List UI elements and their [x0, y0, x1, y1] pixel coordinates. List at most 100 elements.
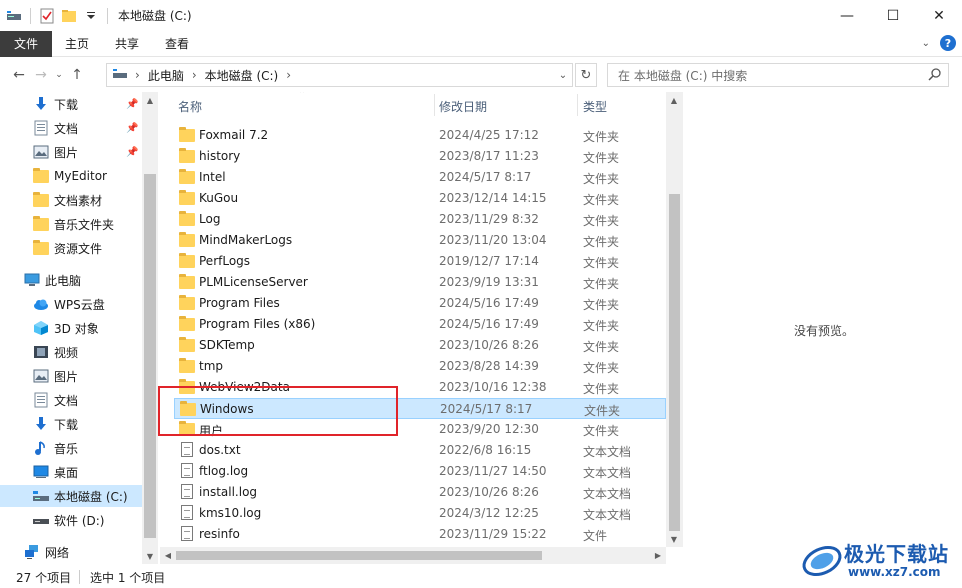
- refresh-icon[interactable]: ↻: [575, 63, 597, 87]
- address-bar[interactable]: › 此电脑 › 本地磁盘 (C:) ›: [106, 63, 573, 87]
- back-icon[interactable]: ←: [8, 67, 30, 83]
- sort-ascending-icon: ⌃: [298, 92, 307, 100]
- column-divider[interactable]: [577, 94, 578, 116]
- list-horizontal-scrollbar[interactable]: ◀ ▶: [160, 547, 666, 564]
- tab-file[interactable]: 文件: [0, 30, 53, 57]
- folder-icon: [33, 240, 49, 256]
- file-date: 2023/10/16 12:38: [439, 380, 547, 394]
- horizontal-scroll-thumb[interactable]: [176, 551, 542, 560]
- nav-item-downloads[interactable]: 下载: [0, 413, 142, 435]
- file-row[interactable]: Program Files 2024/5/16 17:49 文件夹: [174, 293, 666, 314]
- drive-icon[interactable]: [6, 8, 22, 24]
- file-row[interactable]: tmp 2023/8/28 14:39 文件夹: [174, 356, 666, 377]
- nav-item-network[interactable]: 网络: [0, 541, 142, 563]
- column-date-header[interactable]: 修改日期: [439, 98, 487, 115]
- nav-item-downloads-quick[interactable]: 下载 📌: [0, 93, 142, 115]
- pin-icon[interactable]: 📌: [126, 99, 138, 110]
- nav-scroll-thumb[interactable]: [144, 174, 156, 538]
- pin-icon[interactable]: 📌: [126, 147, 138, 158]
- maximize-icon: ☐: [886, 7, 900, 24]
- file-row[interactable]: WebView2Data 2023/10/16 12:38 文件夹: [174, 377, 666, 398]
- address-dropdown-icon[interactable]: ⌄: [553, 63, 573, 87]
- file-date: 2023/11/29 8:32: [439, 212, 539, 226]
- list-scrollbar[interactable]: ▲ ▼: [666, 92, 683, 547]
- nav-item-documents-quick[interactable]: 文档 📌: [0, 117, 142, 139]
- nav-item-doc-materials[interactable]: 文档素材: [0, 189, 142, 211]
- drive-c-icon: [33, 488, 49, 504]
- scroll-right-icon[interactable]: ▶: [650, 547, 666, 563]
- file-row[interactable]: MindMakerLogs 2023/11/20 13:04 文件夹: [174, 230, 666, 251]
- file-date: 2024/5/17 8:17: [440, 402, 533, 416]
- nav-item-myeditor[interactable]: MyEditor: [0, 165, 142, 187]
- divider: [107, 7, 108, 24]
- nav-item-drive-c[interactable]: 本地磁盘 (C:): [0, 485, 142, 507]
- window-title: 本地磁盘 (C:): [118, 9, 192, 23]
- scroll-left-icon[interactable]: ◀: [160, 547, 176, 563]
- file-row[interactable]: dos.txt 2022/6/8 16:15 文本文档: [174, 440, 666, 461]
- file-row[interactable]: Log 2023/11/29 8:32 文件夹: [174, 209, 666, 230]
- file-row[interactable]: PLMLicenseServer 2023/9/19 13:31 文件夹: [174, 272, 666, 293]
- scroll-down-icon[interactable]: ▼: [142, 548, 158, 564]
- file-row[interactable]: KuGou 2023/12/14 14:15 文件夹: [174, 188, 666, 209]
- file-date: 2023/8/28 14:39: [439, 359, 539, 373]
- file-row[interactable]: PerfLogs 2019/12/7 17:14 文件夹: [174, 251, 666, 272]
- up-icon[interactable]: ↑: [66, 67, 88, 83]
- nav-item-label: 图片: [54, 145, 79, 160]
- file-row[interactable]: resinfo 2023/11/29 15:22 文件: [174, 524, 666, 545]
- expand-ribbon-icon[interactable]: ⌄: [922, 38, 930, 49]
- scroll-down-icon[interactable]: ▼: [666, 531, 682, 547]
- scroll-up-icon[interactable]: ▲: [666, 92, 682, 108]
- file-row[interactable]: Intel 2024/5/17 8:17 文件夹: [174, 167, 666, 188]
- nav-item-videos[interactable]: 视频: [0, 341, 142, 363]
- file-date: 2023/11/20 13:04: [439, 233, 547, 247]
- file-name: Intel: [199, 170, 226, 184]
- file-row[interactable]: SDKTemp 2023/10/26 8:26 文件夹: [174, 335, 666, 356]
- tab-view[interactable]: 查看: [152, 31, 202, 57]
- new-folder-icon[interactable]: [61, 8, 77, 24]
- file-row[interactable]: install.log 2023/10/26 8:26 文本文档: [174, 482, 666, 503]
- forward-icon[interactable]: →: [30, 67, 52, 83]
- folder-icon: [179, 295, 195, 311]
- file-row[interactable]: Foxmail 7.2 2024/4/25 17:12 文件夹: [174, 125, 666, 146]
- nav-item-drive-d[interactable]: 软件 (D:): [0, 509, 142, 531]
- file-row[interactable]: kms10.log 2024/3/12 12:25 文本文档: [174, 503, 666, 524]
- minimize-button[interactable]: —: [824, 0, 870, 31]
- customize-dropdown-icon[interactable]: [83, 8, 99, 24]
- nav-item-documents[interactable]: 文档: [0, 389, 142, 411]
- breadcrumb-this-pc[interactable]: 此电脑: [148, 67, 184, 84]
- nav-item-wps-cloud[interactable]: WPS云盘: [0, 293, 142, 315]
- nav-item-label: 音乐: [54, 441, 79, 456]
- column-type-header[interactable]: 类型: [583, 98, 607, 115]
- nav-scrollbar[interactable]: ▲ ▼: [142, 92, 158, 564]
- pin-icon[interactable]: 📌: [126, 123, 138, 134]
- recent-dropdown-icon[interactable]: ⌄: [52, 70, 66, 80]
- help-icon[interactable]: ?: [940, 35, 956, 51]
- nav-item-resources[interactable]: 资源文件: [0, 237, 142, 259]
- file-row[interactable]: history 2023/8/17 11:23 文件夹: [174, 146, 666, 167]
- file-row[interactable]: Windows 2024/5/17 8:17 文件夹: [174, 398, 666, 419]
- nav-item-desktop[interactable]: 桌面: [0, 461, 142, 483]
- tab-share[interactable]: 共享: [102, 31, 152, 57]
- column-divider[interactable]: [434, 94, 435, 116]
- list-scroll-thumb[interactable]: [669, 194, 680, 531]
- nav-item-pictures-quick[interactable]: 图片 📌: [0, 141, 142, 163]
- nav-item-this-pc[interactable]: 此电脑: [0, 269, 142, 291]
- selection-count: 选中 1 个项目: [90, 571, 166, 585]
- file-row[interactable]: 用户 2023/9/20 12:30 文件夹: [174, 419, 666, 440]
- scroll-up-icon[interactable]: ▲: [142, 92, 158, 108]
- watermark-brand: 极光下载站: [844, 542, 949, 566]
- maximize-button[interactable]: ☐: [870, 0, 916, 31]
- file-row[interactable]: ftlog.log 2023/11/27 14:50 文本文档: [174, 461, 666, 482]
- close-button[interactable]: ✕: [916, 0, 962, 31]
- column-name-header[interactable]: 名称: [178, 98, 202, 115]
- search-input[interactable]: 在 本地磁盘 (C:) 中搜索: [607, 63, 949, 87]
- file-row[interactable]: Program Files (x86) 2024/5/16 17:49 文件夹: [174, 314, 666, 335]
- nav-item-music[interactable]: 音乐: [0, 437, 142, 459]
- nav-item-3d-objects[interactable]: 3D 对象: [0, 317, 142, 339]
- breadcrumb-drive-c[interactable]: 本地磁盘 (C:): [205, 67, 279, 84]
- nav-item-music-folder[interactable]: 音乐文件夹: [0, 213, 142, 235]
- properties-icon[interactable]: [39, 8, 55, 24]
- folder-icon: [33, 168, 49, 184]
- tab-home[interactable]: 主页: [52, 31, 102, 57]
- nav-item-pictures[interactable]: 图片: [0, 365, 142, 387]
